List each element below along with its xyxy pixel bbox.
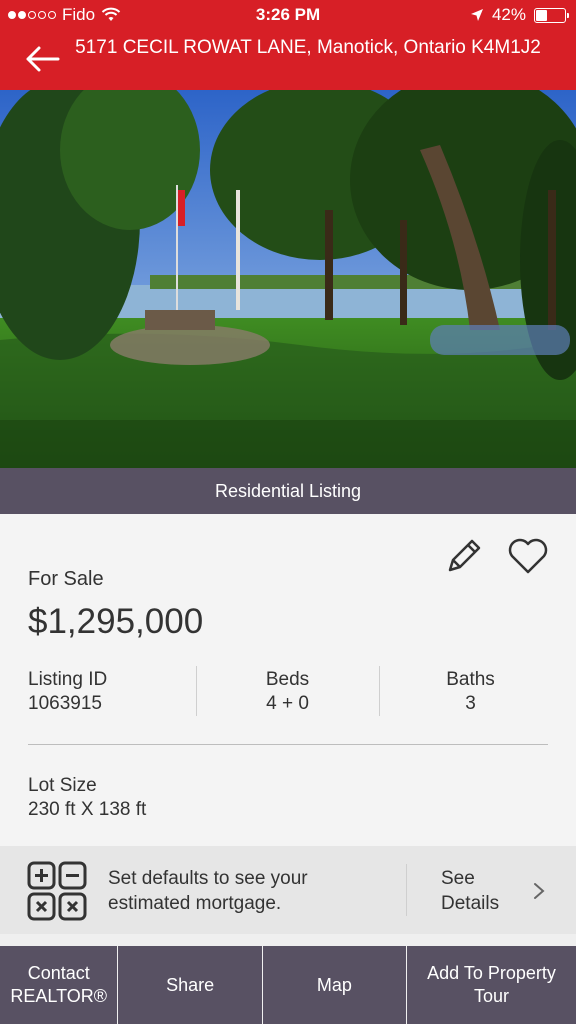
see-details-line: See: [441, 868, 475, 889]
lot-size-value: 230 ft X 138 ft: [28, 799, 147, 820]
action-bar: Contact REALTOR® Share Map Add To Proper…: [0, 946, 576, 1024]
battery-percent: 42%: [491, 5, 526, 24]
nav-header: 5171 CECIL ROWAT LANE, Manotick, Ontario…: [0, 30, 576, 90]
baths-label: Baths: [446, 669, 495, 690]
chevron-right-icon[interactable]: [532, 882, 546, 900]
status-bar: Fido 3:26 PM 42%: [0, 0, 576, 30]
divider: [28, 744, 548, 745]
add-to-tour-label: Tour: [473, 986, 509, 1006]
listing-details: For Sale $1,295,000 Listing ID 1063915 B…: [0, 514, 576, 846]
sale-status: For Sale: [28, 568, 104, 590]
status-right: 42%: [470, 5, 569, 25]
arrow-left-icon[interactable]: [24, 44, 60, 74]
map-button[interactable]: Map: [263, 946, 407, 1024]
beds-value: 4 + 0: [266, 693, 309, 714]
baths-value: 3: [465, 693, 476, 714]
share-button[interactable]: Share: [118, 946, 263, 1024]
mortgage-message-line: Set defaults to see your: [108, 868, 308, 889]
see-details-link[interactable]: See Details: [441, 866, 499, 916]
page-title: 5171 CECIL ROWAT LANE, Manotick, Ontario…: [75, 37, 541, 58]
pencil-icon[interactable]: [444, 536, 484, 576]
contact-realtor-button[interactable]: Contact REALTOR®: [0, 946, 119, 1024]
contact-realtor-label: REALTOR®: [10, 986, 108, 1006]
beds-label: Beds: [265, 669, 310, 690]
contact-realtor-label: Contact: [27, 963, 90, 983]
baths-block: Baths 3: [379, 668, 562, 716]
divider: [406, 864, 407, 916]
mortgage-message-line: estimated mortgage.: [108, 893, 282, 914]
mortgage-message: Set defaults to see your estimated mortg…: [108, 866, 308, 916]
heart-icon[interactable]: [506, 536, 550, 576]
lot-size-label: Lot Size: [28, 775, 97, 796]
lake-yard-photo: [0, 90, 576, 468]
listing-id-label: Listing ID: [28, 669, 108, 690]
listing-price: $1,295,000: [28, 602, 204, 641]
add-to-tour-button[interactable]: Add To Property Tour: [407, 946, 576, 1024]
add-to-tour-label: Add To Property: [427, 963, 556, 983]
location-arrow-icon: [470, 9, 483, 21]
listing-id-value: 1063915: [28, 693, 102, 714]
lot-size-block: Lot Size 230 ft X 138 ft: [28, 774, 146, 822]
listing-id-block: Listing ID 1063915: [28, 668, 107, 716]
see-details-line: Details: [441, 893, 500, 914]
mortgage-banner[interactable]: Set defaults to see your estimated mortg…: [0, 846, 576, 934]
calculator-icon: [27, 861, 87, 921]
listing-type-bar: Residential Listing: [0, 468, 576, 514]
property-photo[interactable]: [0, 90, 576, 468]
beds-block: Beds 4 + 0: [196, 668, 379, 716]
battery-icon: [534, 7, 569, 23]
